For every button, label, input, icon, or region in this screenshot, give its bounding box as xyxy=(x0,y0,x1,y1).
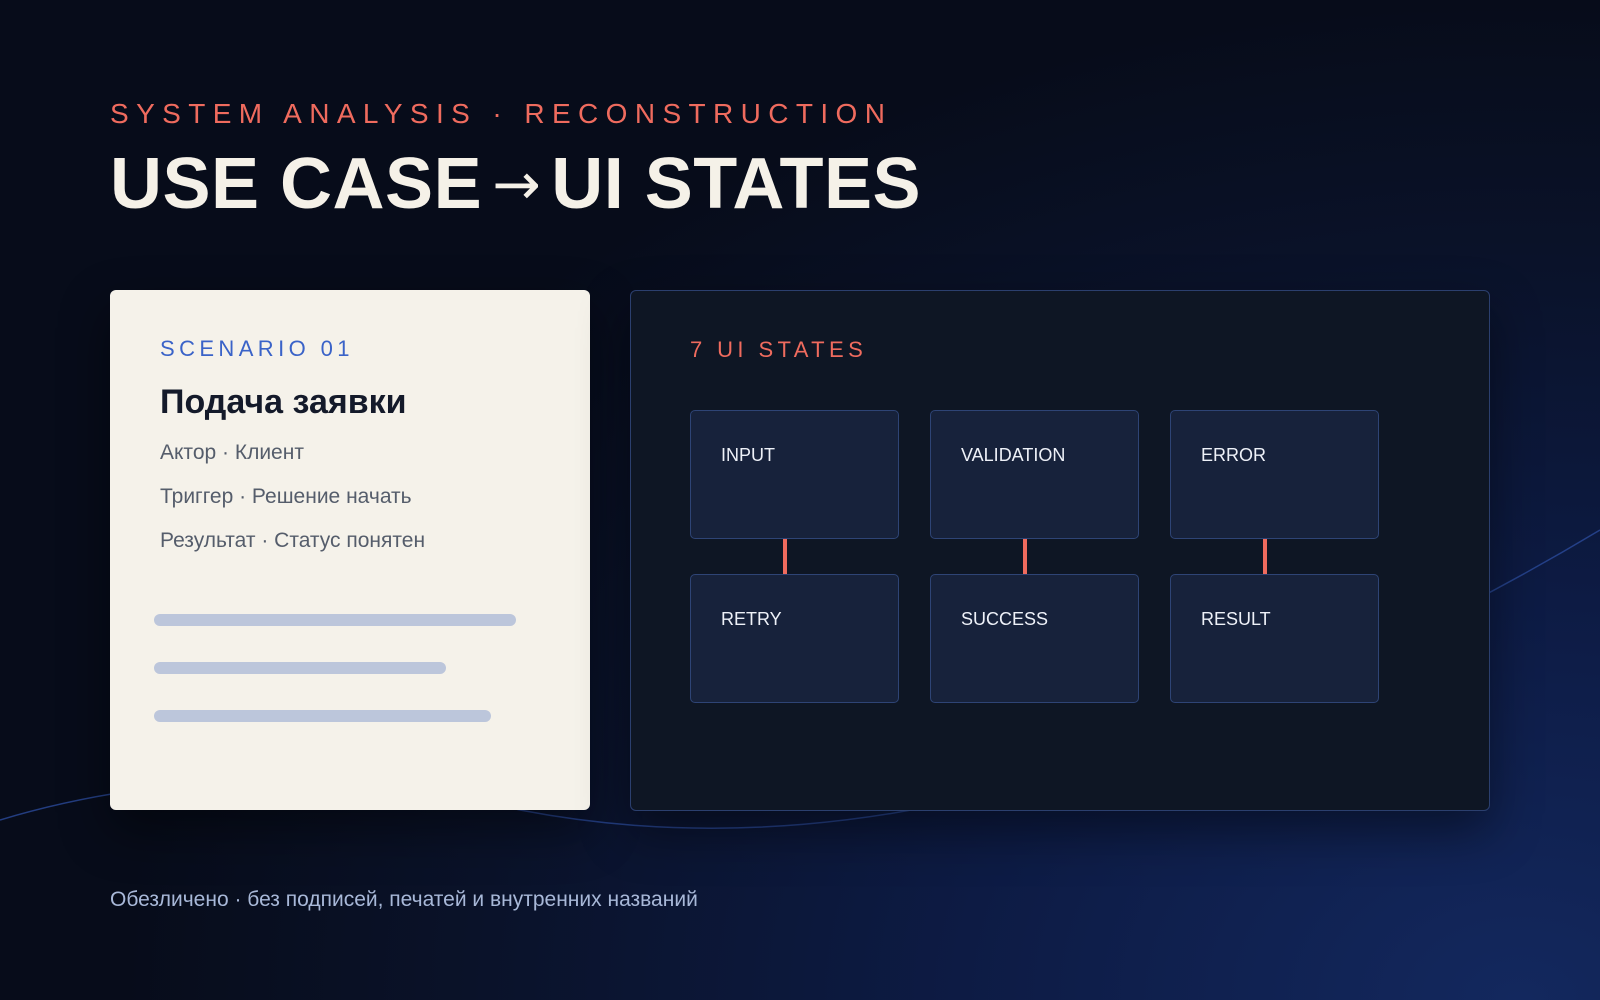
title-right: UI STATES xyxy=(551,144,922,224)
state-label: RETRY xyxy=(721,609,782,629)
scenario-card: SCENARIO 01 Подача заявки Актор · Клиент… xyxy=(110,290,590,810)
scenario-result: Результат · Статус понятен xyxy=(160,529,426,552)
page-title: USE CASE → UI STATES xyxy=(110,143,921,225)
state-label: ERROR xyxy=(1201,445,1267,465)
scenario-actor: Актор · Клиент xyxy=(160,441,304,464)
skeleton-line xyxy=(154,614,516,626)
state-result: RESULT xyxy=(1170,574,1379,703)
state-label: RESULT xyxy=(1201,609,1271,629)
state-retry: RETRY xyxy=(690,574,899,703)
skeleton-line xyxy=(154,662,446,674)
title-left: USE CASE xyxy=(110,144,483,224)
connector-error-result xyxy=(1263,539,1267,574)
scenario-eyebrow: SCENARIO 01 xyxy=(160,336,354,361)
states-eyebrow: 7 UI STATES xyxy=(690,337,868,362)
connector-input-retry xyxy=(783,539,787,574)
connector-validation-success xyxy=(1023,539,1027,574)
footer-note: Обезличено · без подписей, печатей и вну… xyxy=(110,888,698,911)
state-label: VALIDATION xyxy=(961,445,1066,465)
scenario-title: Подача заявки xyxy=(160,383,407,421)
state-success: SUCCESS xyxy=(930,574,1139,703)
state-error: ERROR xyxy=(1170,410,1379,539)
state-label: INPUT xyxy=(721,445,775,465)
scenario-trigger: Триггер · Решение начать xyxy=(160,485,412,508)
state-validation: VALIDATION xyxy=(930,410,1139,539)
page-eyebrow: SYSTEM ANALYSIS · RECONSTRUCTION xyxy=(110,98,893,129)
skeleton-line xyxy=(154,710,491,722)
state-label: SUCCESS xyxy=(961,609,1049,629)
state-input: INPUT xyxy=(690,410,899,539)
ui-states-panel: 7 UI STATES INPUT VALIDATION ERROR RETRY… xyxy=(630,290,1490,811)
arrow-right-icon: → xyxy=(492,150,542,218)
